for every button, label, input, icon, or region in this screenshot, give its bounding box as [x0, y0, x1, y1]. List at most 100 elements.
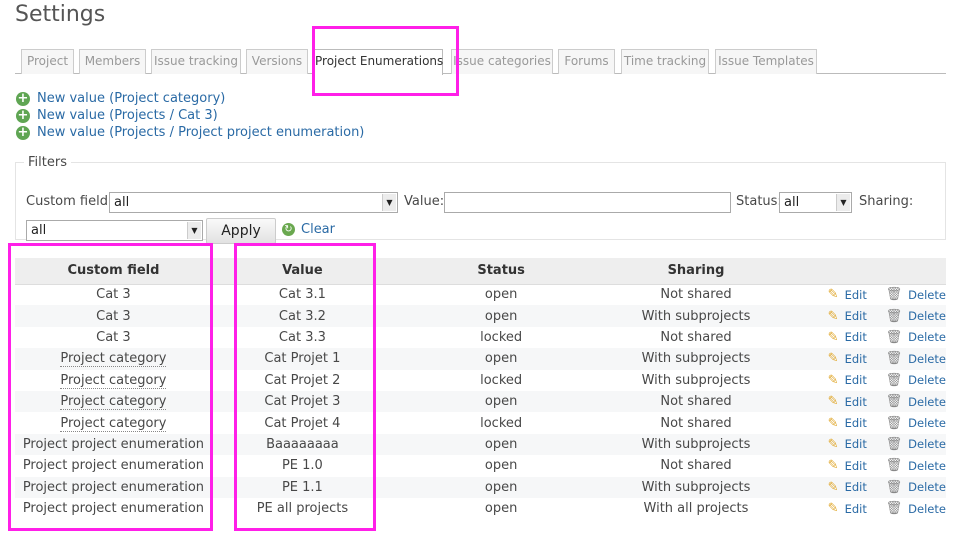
cell-custom-field: Project category [15, 348, 212, 370]
cell-actions: ✎ Edit 🗑 Delete [782, 455, 946, 477]
tab-time-tracking[interactable]: Time tracking [621, 49, 709, 74]
new-value-label: New value (Project category) [37, 91, 226, 106]
chevron-down-icon: ▼ [382, 194, 396, 211]
cell-actions: ✎ Edit 🗑 Delete [782, 390, 946, 413]
custom-field-name: Project project enumeration [22, 458, 205, 474]
sharing-select[interactable]: all ▼ [26, 220, 203, 241]
custom-field-name: Cat 3 [96, 308, 131, 324]
chevron-down-icon: ▼ [836, 194, 850, 211]
pencil-icon: ✎ [827, 308, 839, 324]
page-title: Settings [15, 2, 106, 27]
edit-link[interactable]: ✎ Edit [828, 330, 867, 345]
clear-label: Clear [301, 222, 335, 237]
trash-icon: 🗑 [885, 351, 903, 367]
delete-link[interactable]: 🗑 Delete [886, 309, 946, 324]
column-header-value[interactable]: Value [211, 258, 393, 285]
custom-field-name: Project project enumeration [22, 479, 205, 495]
cell-status: open [392, 455, 610, 477]
edit-link[interactable]: ✎ Edit [828, 309, 867, 324]
new-value-links: + New value (Project category) + New val… [16, 90, 364, 141]
edit-link[interactable]: ✎ Edit [828, 351, 867, 366]
cell-status: open [392, 348, 610, 370]
trash-icon: 🗑 [885, 329, 903, 345]
filters-legend: Filters [28, 155, 67, 170]
cell-value: Baaaaaaaa [211, 433, 393, 456]
edit-link[interactable]: ✎ Edit [828, 437, 867, 452]
trash-icon: 🗑 [885, 501, 903, 517]
clear-link[interactable]: ↻ Clear [282, 222, 335, 237]
table-row: Project project enumeration PE 1.1 open Wit… [15, 476, 946, 498]
tab-members[interactable]: Members [79, 49, 146, 74]
cell-status: open [392, 390, 610, 413]
column-header-custom-field[interactable]: Custom field [15, 258, 212, 285]
cell-value: Cat 3.1 [211, 284, 393, 306]
delete-link[interactable]: 🗑 Delete [886, 330, 946, 345]
column-header-sharing[interactable]: Sharing [609, 258, 783, 285]
tab-project[interactable]: Project [21, 49, 74, 74]
cell-actions: ✎ Edit 🗑 Delete [782, 326, 946, 349]
cell-sharing: Not shared [609, 412, 783, 434]
trash-icon: 🗑 [885, 415, 903, 431]
edit-link[interactable]: ✎ Edit [828, 501, 867, 516]
custom-field-label: Custom field: [26, 194, 113, 209]
edit-link[interactable]: ✎ Edit [828, 416, 867, 431]
delete-link[interactable]: 🗑 Delete [886, 373, 946, 388]
status-select[interactable]: all ▼ [779, 192, 852, 213]
custom-field-select[interactable]: all ▼ [109, 192, 398, 213]
edit-link[interactable]: ✎ Edit [828, 458, 867, 473]
delete-link[interactable]: 🗑 Delete [886, 458, 946, 473]
cell-actions: ✎ Edit 🗑 Delete [782, 412, 946, 434]
cell-custom-field: Project project enumeration [15, 497, 212, 520]
delete-link[interactable]: 🗑 Delete [886, 416, 946, 431]
trash-icon: 🗑 [885, 436, 903, 452]
delete-link[interactable]: 🗑 Delete [886, 480, 946, 495]
pencil-icon: ✎ [827, 394, 839, 410]
apply-button[interactable]: Apply [206, 218, 276, 244]
edit-link[interactable]: ✎ Edit [828, 287, 867, 302]
pencil-icon: ✎ [827, 329, 839, 345]
cell-sharing: With all projects [609, 497, 783, 520]
tab-forums[interactable]: Forums [558, 49, 615, 74]
new-value-cat3-link[interactable]: + New value (Projects / Cat 3) [16, 107, 364, 124]
pencil-icon: ✎ [827, 458, 839, 474]
trash-icon: 🗑 [885, 394, 903, 410]
delete-link[interactable]: 🗑 Delete [886, 394, 946, 409]
delete-link[interactable]: 🗑 Delete [886, 437, 946, 452]
cell-value: PE 1.1 [211, 476, 393, 498]
new-value-project-enumeration-link[interactable]: + New value (Projects / Project project … [16, 124, 364, 141]
filters-fieldset: Filters Custom field: all ▼ Value: Statu… [15, 155, 946, 244]
tab-issue-categories[interactable]: Issue categories [451, 49, 553, 74]
cell-sharing: With subprojects [609, 348, 783, 370]
cell-custom-field: Project project enumeration [15, 476, 212, 498]
cell-status: open [392, 284, 610, 306]
pencil-icon: ✎ [827, 415, 839, 431]
column-header-status[interactable]: Status [392, 258, 610, 285]
tab-versions[interactable]: Versions [246, 49, 308, 74]
delete-link[interactable]: 🗑 Delete [886, 287, 946, 302]
status-selected: all [784, 195, 800, 210]
delete-label: Delete [908, 394, 946, 409]
delete-label: Delete [908, 373, 946, 388]
tab-issue-tracking[interactable]: Issue tracking [151, 49, 241, 74]
cell-sharing: Not shared [609, 326, 783, 349]
add-icon: + [16, 107, 30, 123]
edit-link[interactable]: ✎ Edit [828, 480, 867, 495]
edit-label: Edit [844, 394, 867, 409]
edit-label: Edit [844, 501, 867, 516]
new-value-label: New value (Projects / Cat 3) [37, 108, 218, 123]
edit-link[interactable]: ✎ Edit [828, 373, 867, 388]
table-row: Project category Cat Projet 2 locked With s… [15, 369, 946, 391]
delete-link[interactable]: 🗑 Delete [886, 351, 946, 366]
cell-sharing: With subprojects [609, 433, 783, 456]
table-row: Cat 3 Cat 3.1 open Not shared ✎ Edit 🗑 Delete [15, 284, 946, 306]
custom-field-name: Cat 3 [96, 329, 131, 345]
value-input[interactable] [444, 192, 731, 213]
tab-project-enumerations[interactable]: Project Enumerations [314, 49, 443, 75]
table-header-row: Custom field Value Status Sharing [15, 258, 946, 285]
cell-value: Cat Projet 1 [211, 348, 393, 370]
tab-issue-templates[interactable]: Issue Templates [715, 49, 817, 74]
cell-status: locked [392, 369, 610, 391]
edit-link[interactable]: ✎ Edit [828, 394, 867, 409]
delete-link[interactable]: 🗑 Delete [886, 501, 946, 516]
new-value-project-category-link[interactable]: + New value (Project category) [16, 90, 364, 107]
